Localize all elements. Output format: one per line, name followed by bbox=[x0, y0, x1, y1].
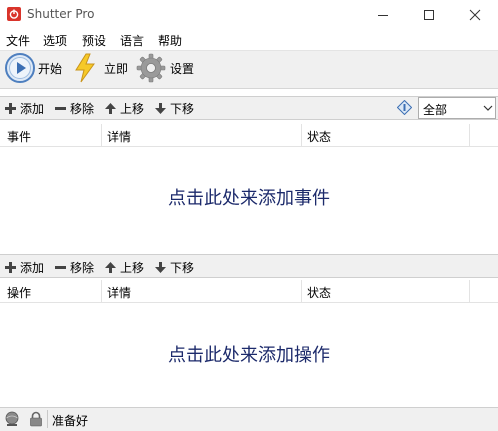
arrow-up-icon bbox=[105, 103, 116, 114]
settings-label: 设置 bbox=[170, 61, 195, 76]
events-add-button[interactable]: 添加 bbox=[5, 100, 44, 117]
column-divider bbox=[469, 124, 470, 146]
operations-add-button[interactable]: 添加 bbox=[5, 259, 44, 276]
lightning-icon bbox=[75, 53, 95, 83]
status-bar: 准备好 bbox=[0, 407, 498, 431]
status-divider bbox=[47, 410, 48, 428]
title-bar: Shutter Pro bbox=[0, 0, 498, 30]
maximize-button[interactable] bbox=[406, 0, 452, 30]
operations-up-button[interactable]: 上移 bbox=[105, 259, 144, 276]
operations-up-label: 上移 bbox=[120, 261, 145, 275]
arrow-down-icon bbox=[155, 103, 166, 114]
events-col-event[interactable]: 事件 bbox=[7, 128, 31, 145]
events-add-placeholder[interactable]: 点击此处来添加事件 bbox=[0, 184, 498, 210]
operations-add-placeholder[interactable]: 点击此处来添加操作 bbox=[0, 341, 498, 367]
events-remove-button[interactable]: 移除 bbox=[55, 100, 94, 117]
events-up-button[interactable]: 上移 bbox=[105, 100, 144, 117]
menu-file[interactable]: 文件 bbox=[6, 32, 30, 49]
operations-col-operation[interactable]: 操作 bbox=[7, 284, 31, 301]
menu-language[interactable]: 语言 bbox=[120, 32, 144, 49]
filter-value: 全部 bbox=[423, 103, 448, 117]
events-filter-dropdown[interactable]: 全部 bbox=[418, 97, 496, 119]
column-divider bbox=[101, 124, 102, 146]
operations-col-details[interactable]: 详情 bbox=[107, 284, 131, 301]
close-button[interactable] bbox=[452, 0, 498, 30]
chevron-down-icon bbox=[483, 105, 493, 111]
operations-add-label: 添加 bbox=[20, 261, 45, 275]
start-label: 开始 bbox=[38, 61, 63, 76]
start-button[interactable]: 开始 bbox=[4, 52, 68, 84]
play-icon bbox=[5, 53, 35, 83]
column-divider bbox=[301, 124, 302, 146]
gear-icon bbox=[136, 53, 166, 83]
operations-remove-button[interactable]: 移除 bbox=[55, 259, 94, 276]
column-divider bbox=[101, 280, 102, 302]
status-text: 准备好 bbox=[52, 414, 89, 428]
menu-options[interactable]: 选项 bbox=[43, 32, 67, 49]
minimize-button[interactable] bbox=[360, 0, 406, 30]
operations-remove-label: 移除 bbox=[70, 261, 95, 275]
events-up-label: 上移 bbox=[120, 102, 145, 116]
events-add-label: 添加 bbox=[20, 102, 45, 116]
network-icon bbox=[5, 411, 19, 426]
events-remove-label: 移除 bbox=[70, 102, 95, 116]
menu-bar bbox=[0, 30, 498, 50]
arrow-down-icon bbox=[155, 262, 166, 273]
events-down-button[interactable]: 下移 bbox=[155, 100, 194, 117]
operations-column-header: 操作 详情 状态 bbox=[0, 280, 498, 303]
operations-down-label: 下移 bbox=[170, 261, 195, 275]
menu-help[interactable]: 帮助 bbox=[158, 32, 182, 49]
events-down-label: 下移 bbox=[170, 102, 195, 116]
events-column-header: 事件 详情 状态 bbox=[0, 124, 498, 147]
menu-presets[interactable]: 预设 bbox=[82, 32, 106, 49]
now-label: 立即 bbox=[104, 61, 129, 76]
operations-down-button[interactable]: 下移 bbox=[155, 259, 194, 276]
events-col-status[interactable]: 状态 bbox=[307, 128, 331, 145]
events-col-details[interactable]: 详情 bbox=[107, 128, 131, 145]
plus-icon bbox=[5, 262, 16, 273]
arrow-up-icon bbox=[105, 262, 116, 273]
column-divider bbox=[301, 280, 302, 302]
operations-col-status[interactable]: 状态 bbox=[307, 284, 331, 301]
settings-button[interactable]: 设置 bbox=[136, 52, 200, 84]
minus-icon bbox=[55, 107, 66, 110]
minus-icon bbox=[55, 266, 66, 269]
now-button[interactable]: 立即 bbox=[72, 52, 132, 84]
column-divider bbox=[469, 280, 470, 302]
filter-icon bbox=[396, 99, 413, 118]
lock-icon bbox=[30, 411, 42, 427]
app-icon bbox=[7, 7, 21, 21]
plus-icon bbox=[5, 103, 16, 114]
window-title: Shutter Pro bbox=[27, 7, 95, 21]
